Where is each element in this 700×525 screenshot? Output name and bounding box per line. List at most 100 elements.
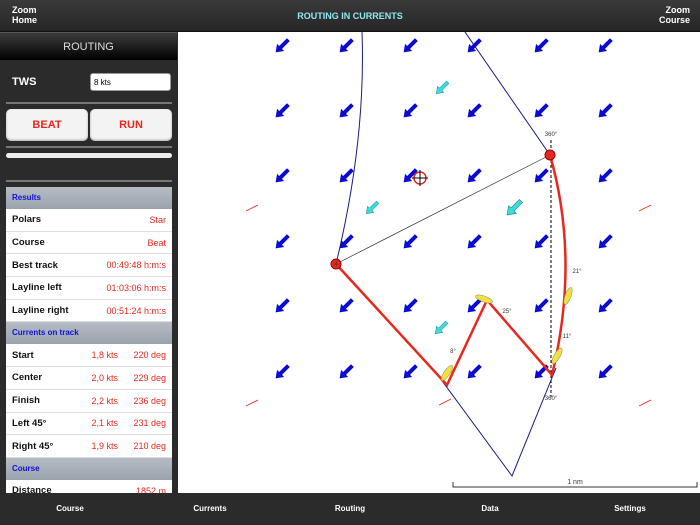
current-arrow-icon bbox=[339, 364, 354, 379]
current-arrow-icon bbox=[534, 38, 549, 53]
current-arrow-icon bbox=[403, 38, 418, 53]
table-row[interactable]: Center 2,0 kts 229 deg bbox=[6, 367, 172, 390]
current-arrow-icon bbox=[339, 298, 354, 313]
routing-map[interactable]: 1360°360°21°11°25°8°41 nm bbox=[178, 31, 700, 493]
row-value: 00:51:24 h:m:s bbox=[106, 305, 166, 316]
current-arrow-icon bbox=[598, 168, 613, 183]
row-value: 229 deg bbox=[133, 372, 166, 383]
row-value: 01:03:06 h:m:s bbox=[106, 282, 166, 293]
current-arrow-icon bbox=[275, 364, 290, 379]
table-row[interactable]: Layline left 01:03:06 h:m:s bbox=[6, 277, 172, 300]
progress-bar bbox=[6, 153, 172, 158]
row-label: Polars bbox=[12, 214, 42, 226]
table-row[interactable]: Polars Star bbox=[6, 209, 172, 232]
current-sample-arrow-icon bbox=[434, 320, 449, 335]
tab-course[interactable]: Course bbox=[20, 504, 120, 513]
angle-label: 11° bbox=[563, 334, 572, 340]
row-value: 220 deg bbox=[133, 350, 166, 361]
current-arrow-icon bbox=[534, 234, 549, 249]
bearing-label: 360° bbox=[545, 396, 558, 402]
current-arrow-icon bbox=[467, 364, 482, 379]
row-label: Layline left bbox=[12, 282, 62, 294]
course-section-header: Course bbox=[6, 457, 172, 480]
tab-settings[interactable]: Settings bbox=[580, 504, 680, 513]
table-row[interactable]: Right 45° 1,9 kts 210 deg bbox=[6, 435, 172, 458]
current-arrow-icon bbox=[275, 103, 290, 118]
layline-bottom bbox=[439, 367, 557, 478]
angle-label: 25° bbox=[502, 309, 512, 315]
grid-tick bbox=[438, 398, 452, 406]
row-label: Layline right bbox=[12, 305, 69, 317]
scale-label: 1 nm bbox=[567, 479, 583, 486]
current-sample-arrow-icon bbox=[435, 80, 450, 95]
tws-label: TWS bbox=[12, 76, 37, 88]
row-value: 236 deg bbox=[133, 395, 166, 406]
row-label: Start bbox=[12, 349, 34, 361]
divider bbox=[6, 146, 172, 148]
current-arrow-icon bbox=[598, 103, 613, 118]
row-label: Distance bbox=[12, 485, 52, 493]
angle-label: 21° bbox=[572, 269, 582, 275]
row-label: Left 45° bbox=[12, 417, 47, 429]
run-button[interactable]: RUN bbox=[90, 109, 172, 141]
page-title: ROUTING IN CURRENTS bbox=[297, 11, 403, 21]
beat-button[interactable]: BEAT bbox=[6, 109, 88, 141]
current-arrow-icon bbox=[275, 168, 290, 183]
results-section-header: Results bbox=[6, 187, 172, 209]
row-value: 2,0 kts bbox=[91, 372, 118, 383]
bearing-label: 360° bbox=[545, 132, 558, 138]
row-label: Right 45° bbox=[12, 440, 54, 452]
row-value: 1,9 kts bbox=[91, 441, 118, 452]
current-arrow-icon bbox=[275, 38, 290, 53]
row-value: 00:49:48 h:m:s bbox=[106, 260, 166, 271]
current-arrow-icon bbox=[467, 103, 482, 118]
row-value: 1852 m bbox=[135, 485, 166, 493]
grid-tick bbox=[638, 399, 652, 407]
current-arrow-icon bbox=[275, 234, 290, 249]
current-arrow-icon bbox=[598, 298, 613, 313]
zoom-course-button[interactable]: Zoom Course bbox=[659, 5, 690, 25]
top-bar: Zoom Home ROUTING IN CURRENTS Zoom Cours… bbox=[0, 0, 700, 32]
current-arrow-icon bbox=[534, 103, 549, 118]
current-arrow-icon bbox=[467, 234, 482, 249]
row-label: Finish bbox=[12, 395, 40, 407]
grid-tick bbox=[245, 399, 259, 407]
current-sample-arrow-icon bbox=[365, 200, 380, 215]
row-label: Center bbox=[12, 372, 43, 384]
current-arrow-icon bbox=[598, 234, 613, 249]
bottom-tab-bar: Course Currents Routing Data Settings bbox=[0, 493, 700, 525]
current-sample-arrow-icon bbox=[506, 199, 523, 216]
current-arrow-icon bbox=[403, 103, 418, 118]
row-value: Star bbox=[149, 214, 166, 225]
row-value: 210 deg bbox=[133, 441, 166, 452]
current-arrow-icon bbox=[534, 168, 549, 183]
results-table[interactable]: Results Polars Star Course Beat Best track 00:… bbox=[6, 187, 172, 493]
row-value: 2,1 kts bbox=[91, 418, 118, 429]
table-row[interactable]: Start 1,8 kts 220 deg bbox=[6, 344, 172, 368]
table-row[interactable]: Course Beat bbox=[6, 231, 172, 255]
current-arrow-icon bbox=[339, 38, 354, 53]
angle-label: 8° bbox=[450, 349, 456, 355]
table-row[interactable]: Best track 00:49:48 h:m:s bbox=[6, 254, 172, 278]
row-value: Beat bbox=[147, 237, 166, 248]
panel-title: ROUTING bbox=[0, 32, 177, 60]
table-row[interactable]: Layline right 00:51:24 h:m:s bbox=[6, 299, 172, 323]
divider bbox=[6, 102, 172, 104]
mark-1[interactable] bbox=[544, 149, 556, 161]
grid-tick bbox=[638, 204, 652, 212]
table-row[interactable]: Finish 2,2 kts 236 deg bbox=[6, 389, 172, 413]
tws-input[interactable] bbox=[90, 73, 171, 91]
current-arrow-icon bbox=[403, 364, 418, 379]
row-label: Course bbox=[12, 237, 45, 249]
current-arrow-icon bbox=[467, 168, 482, 183]
tab-currents[interactable]: Currents bbox=[160, 504, 260, 513]
routing-panel: ROUTING TWS BEAT RUN Results Polars Star Co… bbox=[0, 32, 177, 493]
current-arrow-icon bbox=[534, 298, 549, 313]
table-row[interactable]: Left 45° 2,1 kts 231 deg bbox=[6, 412, 172, 436]
tab-data[interactable]: Data bbox=[440, 504, 540, 513]
table-row[interactable]: Distance 1852 m bbox=[6, 479, 172, 493]
current-arrow-icon bbox=[403, 234, 418, 249]
row-value: 1,8 kts bbox=[91, 350, 118, 361]
tab-routing[interactable]: Routing bbox=[300, 504, 400, 513]
divider bbox=[6, 180, 172, 182]
